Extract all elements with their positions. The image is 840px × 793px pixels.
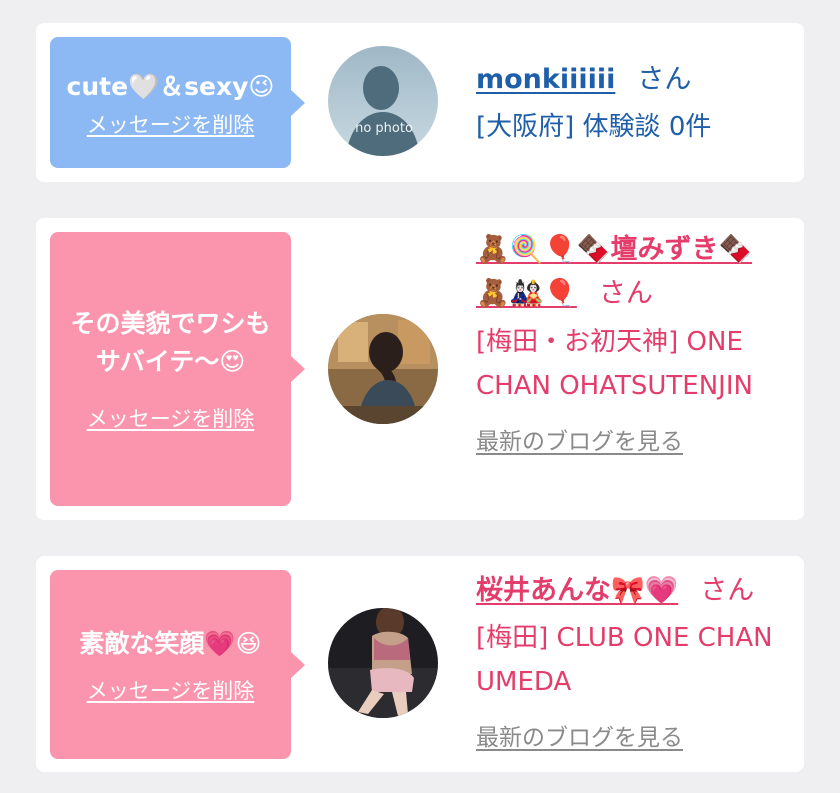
message-card: その美貌でワシもサバイテ〜😍 メッセージを削除 🧸🍭🎈🍫壇みずき🍫🧸🎎🎈 さん [… [36, 218, 804, 520]
user-detail: [大阪府] 体験談 0件 [476, 112, 712, 142]
delete-message-link[interactable]: メッセージを削除 [87, 675, 255, 705]
message-card: cute🤍＆sexy😉 メッセージを削除 no photo monkiiiiii… [36, 23, 804, 182]
message-text: cute🤍＆sexy😉 [66, 71, 275, 101]
username-link[interactable]: 桜井あんな🎀💗 [476, 575, 678, 606]
avatar[interactable] [328, 608, 438, 718]
avatar[interactable]: no photo [328, 46, 438, 156]
delete-message-link[interactable]: メッセージを削除 [87, 109, 255, 139]
message-bubble: cute🤍＆sexy😉 メッセージを削除 [50, 37, 305, 168]
honorific: さん [700, 575, 755, 606]
user-info: 桜井あんな🎀💗 さん [梅田] CLUB ONE CHAN UMEDA 最新のブロ… [476, 570, 784, 752]
profile-photo [328, 608, 438, 718]
latest-blog-link[interactable]: 最新のブログを見る [476, 422, 683, 456]
user-detail: [梅田] CLUB ONE CHAN UMEDA [476, 623, 773, 697]
avatar-placeholder-text: no photo [355, 121, 413, 136]
honorific: さん [637, 64, 692, 95]
no-photo-avatar-icon: no photo [328, 46, 438, 156]
profile-photo [328, 314, 438, 424]
latest-blog-link[interactable]: 最新のブログを見る [476, 718, 683, 752]
user-detail: [梅田・お初天神] ONE CHAN OHATSUTENJIN [476, 327, 753, 401]
delete-message-link[interactable]: メッセージを削除 [87, 403, 255, 433]
user-info: monkiiiiii さん [大阪府] 体験談 0件 [476, 59, 784, 149]
user-info: 🧸🍭🎈🍫壇みずき🍫🧸🎎🎈 さん [梅田・お初天神] ONE CHAN OHATSU… [476, 228, 784, 456]
message-bubble: その美貌でワシもサバイテ〜😍 メッセージを削除 [50, 232, 305, 506]
message-card: 素敵な笑顔💗😆 メッセージを削除 桜井あんな🎀💗 さん [梅田] CLUB ONE… [36, 556, 804, 772]
message-text: その美貌でワシもサバイテ〜😍 [70, 309, 271, 376]
avatar[interactable] [328, 314, 438, 424]
message-bubble: 素敵な笑顔💗😆 メッセージを削除 [50, 570, 305, 759]
honorific: さん [598, 278, 653, 309]
message-text: 素敵な笑顔💗😆 [79, 628, 262, 658]
username-link[interactable]: monkiiiiii [476, 64, 615, 95]
